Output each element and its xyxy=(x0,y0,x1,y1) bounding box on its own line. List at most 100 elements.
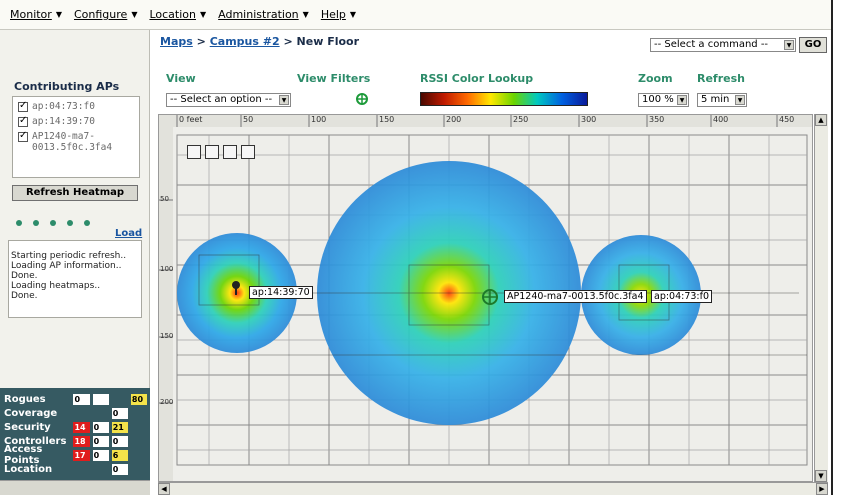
refresh-label: Refresh xyxy=(697,72,745,85)
status-count-badge[interactable]: 0 xyxy=(92,449,109,461)
ap-label: AP1240-ma7-0013.5f0c.3fa4 xyxy=(32,131,113,153)
zoom-select[interactable]: 100 % ▼ xyxy=(638,93,689,107)
view-select[interactable]: -- Select an option -- ▼ xyxy=(166,93,291,107)
status-count-badge[interactable]: 0 xyxy=(73,393,90,405)
breadcrumb: Maps > Campus #2 > New Floor xyxy=(160,35,359,48)
log-line: Loading AP information.. xyxy=(11,261,122,271)
breadcrumb-separator: > xyxy=(283,35,293,48)
refresh-interval-select[interactable]: 5 min ▼ xyxy=(697,93,747,107)
status-count-badge[interactable]: 17 xyxy=(73,449,90,461)
status-row-label: Location xyxy=(4,463,53,475)
status-count-badge[interactable]: 18 xyxy=(73,435,90,447)
command-select[interactable]: -- Select a command -- ▼ xyxy=(650,38,796,52)
breadcrumb-separator: > xyxy=(196,35,206,48)
scroll-left-icon[interactable]: ◀ xyxy=(158,483,170,495)
refresh-heatmap-button[interactable]: Refresh Heatmap xyxy=(12,185,138,201)
dropdown-arrow-icon: ▼ xyxy=(131,10,138,19)
status-count-badge xyxy=(73,464,89,475)
ap-list-item[interactable]: ap:04:73:f0 xyxy=(18,100,134,112)
status-count-badge[interactable]: 6 xyxy=(111,449,128,461)
ap-checkbox[interactable] xyxy=(18,115,28,127)
contributing-ap-list: ap:04:73:f0 ap:14:39:70 AP1240-ma7-0013.… xyxy=(12,96,140,178)
status-row[interactable]: Location 0 xyxy=(2,462,150,476)
ap-tag[interactable]: ap:04:73:f0 xyxy=(651,290,713,303)
horizontal-scrollbar[interactable]: ◀ ▶ xyxy=(158,482,828,495)
ap-list-item[interactable]: ap:14:39:70 xyxy=(18,115,134,127)
ap-list-item[interactable]: AP1240-ma7-0013.5f0c.3fa4 xyxy=(18,130,134,153)
app-window: Monitor ▼ Configure ▼ Location ▼ Adminis… xyxy=(0,0,845,495)
status-count-badge xyxy=(131,408,147,419)
scroll-down-icon[interactable]: ▼ xyxy=(815,470,827,482)
menu-location-label: Location xyxy=(149,8,196,21)
ruler-tick-label: 150 xyxy=(379,115,395,124)
log-line: Done. xyxy=(11,271,38,281)
chevron-down-icon: ▼ xyxy=(677,95,687,105)
ap-label: ap:04:73:f0 xyxy=(32,101,95,112)
status-count-badge[interactable]: 14 xyxy=(73,421,90,433)
status-count-badge[interactable]: 0 xyxy=(111,435,128,447)
ap-checkbox[interactable] xyxy=(18,100,28,112)
email-icon[interactable] xyxy=(223,145,237,159)
menu-configure[interactable]: Configure ▼ xyxy=(74,8,137,21)
load-link[interactable]: Load xyxy=(115,228,142,239)
status-count-badge xyxy=(92,393,109,405)
menu-monitor-label: Monitor xyxy=(10,8,52,21)
command-select-value: -- Select a command -- xyxy=(654,39,769,50)
view-select-value: -- Select an option -- xyxy=(170,94,273,105)
vertical-scrollbar[interactable]: ▲ ▼ xyxy=(814,114,828,482)
status-row-label: Security xyxy=(4,421,51,433)
zoom-label: Zoom xyxy=(638,72,673,85)
ap-tag[interactable]: ap:14:39:70 xyxy=(249,286,313,299)
status-row[interactable]: Access Points 17 0 6 xyxy=(2,444,150,466)
menu-monitor[interactable]: Monitor ▼ xyxy=(10,8,62,21)
status-count-badge[interactable]: 0 xyxy=(92,421,109,433)
floor-map-heatmap[interactable]: 0 feet 50 100 150 200 250 300 350 400 450 50 100 150… xyxy=(158,114,813,482)
menu-administration[interactable]: Administration ▼ xyxy=(218,8,309,21)
refresh-select-value: 5 min xyxy=(701,94,730,105)
status-count-badge xyxy=(93,408,109,419)
status-row[interactable]: Rogues 0 80 xyxy=(2,392,150,406)
progress-dot xyxy=(67,220,73,226)
status-row[interactable]: Coverage 0 xyxy=(2,406,150,420)
progress-dot xyxy=(16,220,22,226)
save-icon[interactable] xyxy=(187,145,201,159)
status-count-badge[interactable]: 0 xyxy=(111,407,128,419)
status-row[interactable]: Security 14 0 21 xyxy=(2,420,150,434)
status-count-badge[interactable]: 80 xyxy=(130,393,148,405)
scroll-right-icon[interactable]: ▶ xyxy=(816,483,828,495)
ap-tag[interactable]: AP1240-ma7-0013.5f0c.3fa4 xyxy=(504,290,647,303)
status-count-badge xyxy=(112,394,128,405)
breadcrumb-maps-link[interactable]: Maps xyxy=(160,35,193,48)
go-button[interactable]: GO xyxy=(799,37,827,53)
ruler-tick-label: 100 xyxy=(160,265,174,273)
status-count-badge[interactable]: 0 xyxy=(111,463,128,475)
log-line: Done. xyxy=(11,291,38,301)
ruler-tick-label: 400 xyxy=(713,115,729,124)
status-count-badge xyxy=(131,422,147,433)
log-line: Loading heatmaps.. xyxy=(11,281,101,291)
status-count-badge xyxy=(73,408,89,419)
export-icon[interactable] xyxy=(241,145,255,159)
status-count-badge[interactable]: 21 xyxy=(111,421,128,433)
status-count-badge[interactable]: 0 xyxy=(92,435,109,447)
menu-help-label: Help xyxy=(320,8,346,21)
status-row-label: Rogues xyxy=(4,393,46,405)
dropdown-arrow-icon: ▼ xyxy=(349,10,357,19)
scroll-up-icon[interactable]: ▲ xyxy=(815,114,827,126)
view-filters-icon[interactable] xyxy=(356,93,368,105)
dropdown-arrow-icon: ▼ xyxy=(55,10,62,19)
window-edge xyxy=(831,0,845,495)
breadcrumb-campus-link[interactable]: Campus #2 xyxy=(210,35,280,48)
status-count-badge xyxy=(131,464,147,475)
print-icon[interactable] xyxy=(205,145,219,159)
menubar: Monitor ▼ Configure ▼ Location ▼ Adminis… xyxy=(0,0,845,30)
menu-configure-label: Configure xyxy=(73,8,128,21)
chevron-down-icon: ▼ xyxy=(279,95,289,105)
status-count-badge xyxy=(131,436,147,447)
menu-help[interactable]: Help ▼ xyxy=(321,8,356,21)
ap-checkbox[interactable] xyxy=(18,130,28,142)
breadcrumb-current: New Floor xyxy=(296,35,360,48)
status-count-badge xyxy=(93,464,109,475)
ap-marker-icon[interactable] xyxy=(482,289,498,305)
menu-location[interactable]: Location ▼ xyxy=(149,8,206,21)
